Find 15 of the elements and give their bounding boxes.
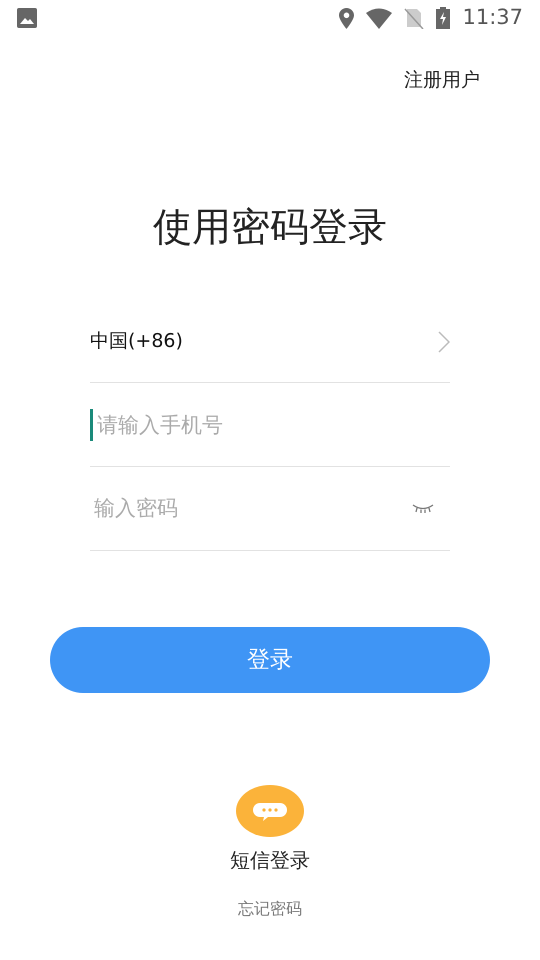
- status-time: 11:37: [462, 4, 523, 32]
- wifi-icon: [366, 8, 392, 28]
- closed-eye-icon[interactable]: [412, 502, 434, 514]
- chat-bubble-icon: [236, 785, 304, 837]
- country-selector[interactable]: 中国(+86): [90, 301, 450, 383]
- phone-input-field[interactable]: 请输入手机号: [93, 408, 450, 440]
- battery-charging-icon: [436, 7, 450, 29]
- chevron-right-icon: [438, 330, 450, 352]
- sms-login-button[interactable]: 短信登录: [230, 785, 310, 875]
- image-icon: [17, 8, 37, 28]
- location-icon: [339, 8, 354, 28]
- no-sim-icon: [404, 7, 424, 29]
- forgot-password-link[interactable]: 忘记密码: [238, 897, 302, 921]
- register-link[interactable]: 注册用户: [404, 66, 480, 94]
- page-title: 使用密码登录: [152, 204, 388, 252]
